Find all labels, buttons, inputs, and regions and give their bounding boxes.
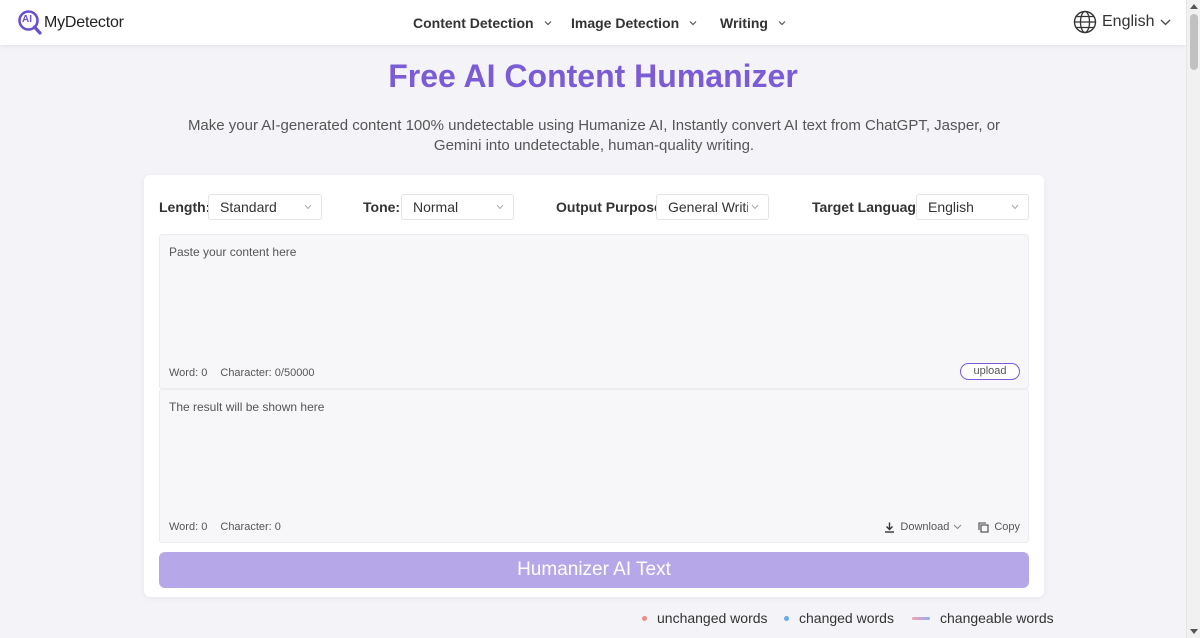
- download-button[interactable]: Download: [884, 521, 962, 533]
- chevron-down-icon: [751, 204, 759, 210]
- humanize-button[interactable]: Humanizer AI Text: [159, 552, 1029, 588]
- language-selector[interactable]: English: [1073, 10, 1171, 34]
- scroll-down-arrow-icon[interactable]: [1190, 629, 1198, 634]
- input-placeholder: Paste your content here: [169, 245, 297, 259]
- tone-select[interactable]: Normal: [401, 194, 514, 220]
- humanizer-panel: Length: Standard Tone: Normal Output Pur…: [144, 175, 1044, 597]
- page-subtitle: Make your AI-generated content 100% unde…: [187, 117, 1001, 154]
- chevron-down-icon: [304, 204, 312, 210]
- chevron-down-icon: [544, 20, 551, 25]
- legend-changed: changed words: [784, 610, 894, 626]
- output-purpose-value: General Writing: [668, 199, 748, 215]
- output-purpose-select[interactable]: General Writing: [656, 194, 769, 220]
- logo-text: MyDetector: [44, 13, 124, 31]
- chevron-down-icon: [778, 20, 786, 25]
- chevron-down-icon: [953, 524, 962, 530]
- nav-writing[interactable]: Writing: [720, 0, 786, 45]
- chevron-down-icon: [1161, 19, 1171, 26]
- content-input[interactable]: Paste your content here Word: 0 Characte…: [159, 234, 1029, 389]
- copy-icon: [978, 521, 989, 533]
- page-scrollbar[interactable]: [1186, 0, 1200, 638]
- chevron-down-icon: [1011, 204, 1019, 210]
- input-stats: Word: 0 Character: 0/50000: [169, 367, 315, 379]
- legend-label: unchanged words: [657, 610, 768, 626]
- unchanged-dot: [642, 615, 647, 621]
- changed-dot: [784, 615, 789, 621]
- logo-badge-text: AI: [22, 14, 32, 25]
- nav-content-detection[interactable]: Content Detection: [413, 0, 552, 45]
- legend-label: changed words: [799, 610, 894, 626]
- nav-label: Image Detection: [571, 14, 680, 31]
- target-language-label: Target Language:: [812, 199, 929, 215]
- output-purpose-label: Output Purpose:: [556, 199, 667, 215]
- download-icon: [885, 522, 895, 533]
- copy-label: Copy: [994, 521, 1020, 533]
- output-actions: Download Copy: [884, 521, 1020, 533]
- output-placeholder: The result will be shown here: [169, 400, 325, 414]
- target-language-value: English: [928, 199, 974, 215]
- copy-button[interactable]: Copy: [978, 521, 1020, 533]
- character-count: Character: 0/50000: [220, 367, 315, 379]
- word-count: Word: 0: [169, 521, 208, 533]
- scroll-up-arrow-icon[interactable]: [1190, 4, 1198, 9]
- download-label: Download: [900, 521, 950, 533]
- length-label: Length:: [159, 199, 211, 215]
- character-count: Character: 0: [220, 521, 281, 533]
- length-value: Standard: [220, 199, 277, 215]
- word-count: Word: 0: [169, 367, 208, 379]
- tone-value: Normal: [413, 199, 459, 215]
- legend-label: changeable words: [940, 610, 1054, 626]
- top-nav-bar: AI MyDetector Content Detection Image De…: [0, 0, 1186, 45]
- result-output: The result will be shown here Word: 0 Ch…: [159, 389, 1029, 543]
- legend-changeable: changeable words: [912, 610, 1054, 626]
- chevron-down-icon: [496, 204, 504, 210]
- page-title: Free AI Content Humanizer: [388, 58, 798, 94]
- logo[interactable]: AI MyDetector: [18, 10, 124, 35]
- upload-button[interactable]: upload: [960, 363, 1020, 380]
- chevron-down-icon: [689, 20, 697, 25]
- tone-label: Tone:: [363, 199, 401, 215]
- target-language-select[interactable]: English: [916, 194, 1029, 220]
- scroll-thumb[interactable]: [1190, 14, 1198, 70]
- nav-label: Content Detection: [413, 14, 534, 31]
- ai-magnifier-icon: AI: [18, 10, 42, 35]
- changeable-bar: [912, 616, 930, 620]
- length-select[interactable]: Standard: [208, 194, 322, 220]
- nav-label: Writing: [720, 14, 768, 31]
- output-stats: Word: 0 Character: 0: [169, 521, 281, 533]
- language-label: English: [1102, 13, 1155, 30]
- globe-icon: [1073, 10, 1097, 34]
- nav-image-detection[interactable]: Image Detection: [571, 0, 697, 45]
- legend-unchanged: unchanged words: [642, 610, 768, 626]
